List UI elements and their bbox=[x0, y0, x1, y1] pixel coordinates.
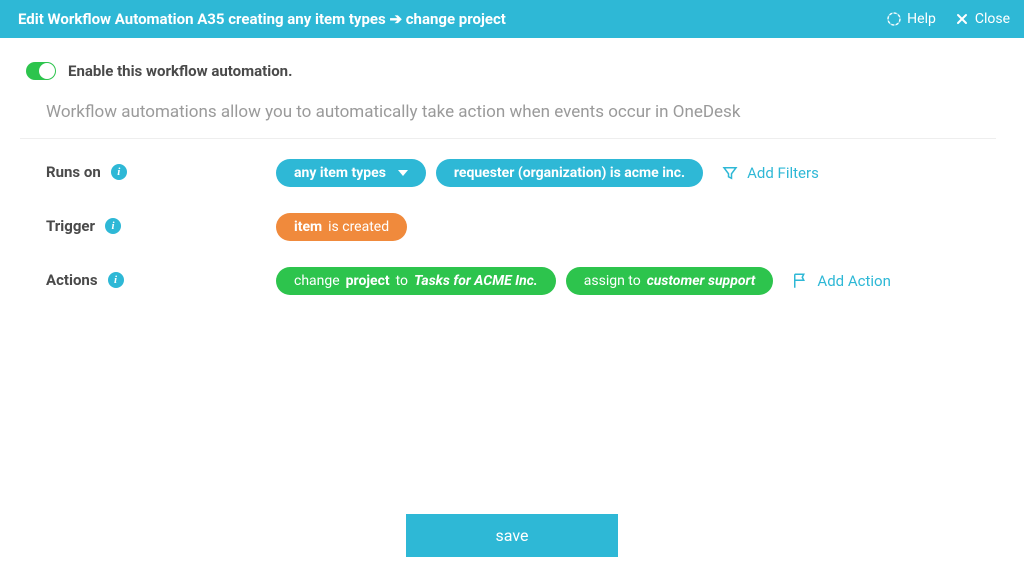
action-field: project bbox=[346, 273, 390, 289]
config-section: Runs on i any item types requester (orga… bbox=[46, 159, 986, 295]
chevron-down-icon bbox=[398, 170, 408, 176]
save-button[interactable]: save bbox=[406, 514, 619, 557]
runs-on-label: Runs on bbox=[46, 163, 101, 181]
action-chip-change-project[interactable]: change project to Tasks for ACME Inc. bbox=[276, 267, 556, 295]
runs-on-row: Runs on i any item types requester (orga… bbox=[46, 159, 986, 187]
action-value: Tasks for ACME Inc. bbox=[414, 273, 538, 289]
item-type-text: any item types bbox=[294, 165, 386, 181]
info-icon[interactable]: i bbox=[108, 272, 124, 288]
modal-title: Edit Workflow Automation A35 creating an… bbox=[18, 10, 506, 28]
enable-label: Enable this workflow automation. bbox=[68, 62, 292, 80]
action-value: customer support bbox=[647, 273, 756, 289]
help-label: Help bbox=[907, 11, 936, 27]
add-action-label: Add Action bbox=[817, 272, 890, 290]
footer: save bbox=[0, 514, 1024, 557]
enable-row: Enable this workflow automation. bbox=[26, 62, 986, 80]
action-chip-assign[interactable]: assign to customer support bbox=[566, 267, 774, 295]
close-icon bbox=[954, 11, 970, 27]
add-filters-label: Add Filters bbox=[747, 164, 819, 182]
header-actions: Help Close bbox=[886, 11, 1010, 27]
action-prefix: assign to bbox=[584, 273, 641, 289]
filter-text: requester (organization) is acme inc. bbox=[454, 165, 685, 181]
close-label: Close bbox=[975, 11, 1010, 27]
add-action-button[interactable]: Add Action bbox=[791, 272, 890, 290]
enable-toggle[interactable] bbox=[26, 62, 56, 80]
info-icon[interactable]: i bbox=[111, 164, 127, 180]
action-prefix: change bbox=[294, 273, 340, 289]
modal-header: Edit Workflow Automation A35 creating an… bbox=[0, 0, 1024, 38]
trigger-verb: is created bbox=[328, 219, 389, 235]
filter-icon bbox=[721, 164, 739, 182]
item-type-selector[interactable]: any item types bbox=[276, 159, 426, 187]
close-button[interactable]: Close bbox=[954, 11, 1010, 27]
action-to: to bbox=[396, 273, 408, 289]
add-filters-button[interactable]: Add Filters bbox=[721, 164, 819, 182]
automation-description: Workflow automations allow you to automa… bbox=[46, 102, 986, 122]
trigger-chip[interactable]: item is created bbox=[276, 213, 407, 241]
flag-icon bbox=[791, 272, 809, 290]
actions-label: Actions bbox=[46, 271, 98, 289]
trigger-item: item bbox=[294, 219, 322, 235]
help-icon bbox=[886, 11, 902, 27]
trigger-row: Trigger i item is created bbox=[46, 213, 986, 241]
help-button[interactable]: Help bbox=[886, 11, 936, 27]
actions-row: Actions i change project to Tasks for AC… bbox=[46, 267, 986, 295]
toggle-knob bbox=[39, 63, 55, 79]
divider bbox=[20, 138, 996, 139]
filter-chip[interactable]: requester (organization) is acme inc. bbox=[436, 159, 703, 187]
info-icon[interactable]: i bbox=[105, 218, 121, 234]
trigger-label: Trigger bbox=[46, 217, 95, 235]
modal-body: Enable this workflow automation. Workflo… bbox=[0, 38, 1024, 295]
